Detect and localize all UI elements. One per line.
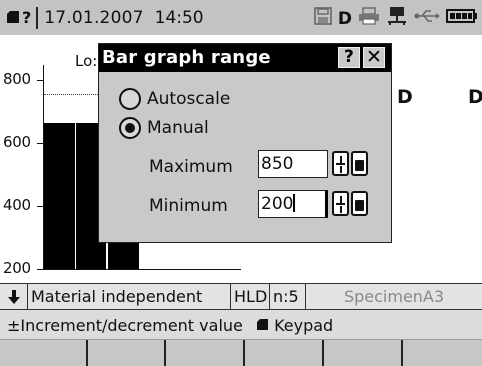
maximum-label: Maximum <box>149 157 233 177</box>
close-icon: ✕ <box>365 46 383 68</box>
maximum-keypad-icon[interactable] <box>351 151 368 176</box>
lo-limit-label: Lo: <box>75 52 98 70</box>
manual-option[interactable]: Manual <box>119 117 209 139</box>
save-icon <box>314 7 332 30</box>
increment-hint: ±Increment/decrement value <box>7 316 243 335</box>
softkey-5[interactable] <box>324 340 403 366</box>
status-date: 17.01.2007 <box>44 7 144 28</box>
d-mode-icon: D <box>337 8 352 29</box>
printer-icon <box>358 7 380 30</box>
manual-label: Manual <box>147 118 209 138</box>
y-tick-mark <box>37 206 44 207</box>
x-axis <box>43 269 241 270</box>
usb-icon <box>414 8 440 29</box>
softkey-6[interactable] <box>403 340 482 366</box>
help-icon: ? <box>343 47 355 67</box>
material-field[interactable]: Material independent <box>28 284 231 309</box>
status-separator <box>36 6 39 29</box>
maximum-input[interactable]: 850 <box>258 150 328 178</box>
softkey-bar <box>0 339 482 366</box>
minimum-keypad-icon[interactable] <box>351 191 368 216</box>
manual-radio[interactable] <box>119 117 141 139</box>
softkey-4[interactable] <box>245 340 324 366</box>
dialog-title-bar: Bar graph range ? ✕ <box>99 44 391 72</box>
y-tick-mark <box>37 80 44 81</box>
keypad-hint: Keypad <box>274 316 334 335</box>
y-tick-label: 600 <box>3 133 31 151</box>
battery-icon <box>446 8 478 29</box>
y-tick-label: 400 <box>3 196 31 214</box>
softkey-1[interactable] <box>0 340 88 366</box>
keypad-icon <box>256 310 269 339</box>
column-letter-d: D <box>397 86 413 108</box>
status-icons: D <box>314 6 478 31</box>
dialog-title: Bar graph range <box>102 47 271 68</box>
maximum-stepper[interactable] <box>332 151 349 176</box>
memory-card-icon <box>6 8 20 28</box>
hardness-scale-field[interactable]: HLD <box>231 284 270 309</box>
maximum-guide-line <box>44 94 100 95</box>
y-tick-mark <box>37 143 44 144</box>
autoscale-radio[interactable] <box>119 88 141 110</box>
softkey-2[interactable] <box>88 340 166 366</box>
help-indicator[interactable]: ? <box>22 8 31 27</box>
close-button[interactable]: ✕ <box>363 47 385 68</box>
status-bar: ? 17.01.2007 14:50 D <box>0 0 482 35</box>
autoscale-label: Autoscale <box>147 89 231 109</box>
bar <box>44 122 75 269</box>
minimum-label: Minimum <box>149 196 228 216</box>
count-field: n:5 <box>270 284 306 309</box>
y-tick-label: 800 <box>3 70 31 88</box>
y-tick-mark <box>37 269 44 270</box>
softkey-3[interactable] <box>166 340 245 366</box>
help-button[interactable]: ? <box>338 47 360 68</box>
text-cursor <box>293 194 296 212</box>
down-arrow-icon[interactable] <box>0 284 28 309</box>
measurement-info-row: Material independent HLD n:5 SpecimenA3 <box>0 283 482 310</box>
autoscale-option[interactable]: Autoscale <box>119 88 230 110</box>
key-hint-row: ±Increment/decrement value Keypad <box>0 310 482 339</box>
column-letter-d: D <box>468 86 482 108</box>
maximum-value: 850 <box>261 154 294 174</box>
network-icon <box>386 6 408 31</box>
minimum-stepper[interactable] <box>332 191 349 216</box>
minimum-input[interactable]: 200 <box>258 190 328 218</box>
specimen-field[interactable]: SpecimenA3 <box>306 284 482 309</box>
status-time: 14:50 <box>154 7 204 28</box>
y-tick-label: 200 <box>3 259 31 277</box>
minimum-value: 200 <box>261 194 294 214</box>
bar-graph-range-dialog: Bar graph range ? ✕ Autoscale Manual Max… <box>98 43 392 243</box>
